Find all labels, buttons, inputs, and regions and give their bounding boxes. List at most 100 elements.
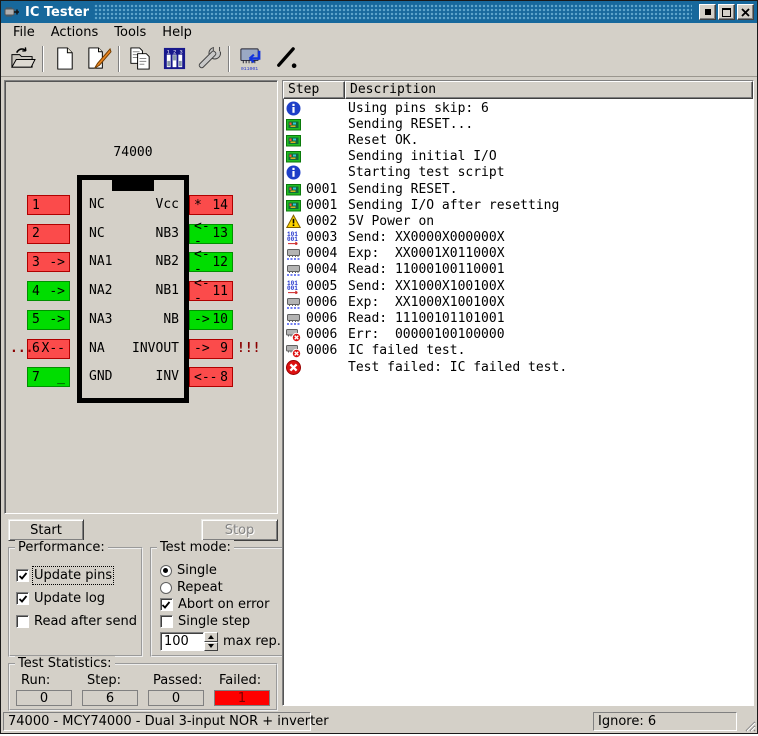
pin-direction-arrow: <-- <box>194 276 212 306</box>
repeat-radio[interactable] <box>160 582 172 594</box>
log-row[interactable]: Sending initial I/O <box>284 149 752 165</box>
maximize-button[interactable] <box>718 4 735 20</box>
pin-12-box[interactable]: <--12 <box>189 252 233 272</box>
log-step: 0006 <box>306 327 344 342</box>
log-header: Step Description <box>283 81 753 99</box>
pin-10-box[interactable]: ->10 <box>189 310 233 330</box>
pin-8-box[interactable]: <--8 <box>189 367 233 387</box>
single-step-checkbox[interactable] <box>160 615 173 628</box>
pin-9-box[interactable]: ->9 <box>189 339 233 359</box>
pin-4-signal-label: NA2 <box>89 281 112 301</box>
log-row[interactable]: 0004Read: 11000100110001 <box>284 262 752 278</box>
read-after-send-label[interactable]: Read after send <box>34 614 137 629</box>
log-step: 0004 <box>306 262 344 277</box>
log-row[interactable]: 1010010003Send: XX0000X000000X <box>284 230 752 246</box>
open-button[interactable] <box>5 44 39 74</box>
log-row[interactable]: Using pins skip: 6 <box>284 100 752 116</box>
menu-actions[interactable]: Actions <box>43 24 107 41</box>
log-row[interactable]: Sending RESET... <box>284 116 752 132</box>
log-row[interactable]: 0001Sending I/O after resetting <box>284 197 752 213</box>
passed--stat-label: Passed: <box>148 673 204 688</box>
log-row[interactable]: 0006Err: 00000100100000 <box>284 327 752 343</box>
close-button[interactable] <box>737 4 754 20</box>
log-description: Test failed: IC failed test. <box>348 360 567 375</box>
log-row[interactable]: 0006Read: 11100101101001 <box>284 310 752 326</box>
log-description: Send: XX1000X100100X <box>348 279 505 294</box>
settings-button[interactable] <box>191 44 225 74</box>
log-row[interactable]: 0006IC failed test. <box>284 343 752 359</box>
copy-button[interactable] <box>123 44 157 74</box>
pin-12-signal-label: NB2 <box>123 252 179 272</box>
ic-tester-window: IC Tester FileActionsToolsHelp 1 2 3 0110… <box>0 0 758 734</box>
single-radio[interactable] <box>160 565 172 577</box>
abort-on-error-row: Abort on error <box>160 597 281 612</box>
abort-on-error-label[interactable]: Abort on error <box>178 597 269 612</box>
pin-3-box[interactable]: 3-> <box>27 252 70 272</box>
svg-text:001: 001 <box>287 285 298 292</box>
pin-7-box[interactable]: 7_ <box>27 367 70 387</box>
repeat-label[interactable]: Repeat <box>177 580 223 595</box>
edit-button[interactable] <box>81 44 115 74</box>
update-pins-label[interactable]: Update pins <box>34 568 112 583</box>
minimize-button[interactable] <box>699 4 716 20</box>
log-row[interactable]: 0006Exp: XX1000X100100X <box>284 294 752 310</box>
menu-file[interactable]: File <box>5 24 43 41</box>
pin-2-box[interactable]: 2 <box>27 224 70 244</box>
log-description: Exp: XX1000X100100X <box>348 295 505 310</box>
start-button[interactable]: Start <box>8 519 84 541</box>
menu-help[interactable]: Help <box>154 24 200 41</box>
run-buttons-row: Start Stop <box>4 519 278 541</box>
pin-direction-arrow: -> <box>49 255 65 270</box>
svg-text:011001: 011001 <box>240 66 257 71</box>
title-bar: IC Tester <box>1 1 757 23</box>
chip-error-icon <box>286 343 301 358</box>
probe-button[interactable] <box>267 44 301 74</box>
pin-11-box[interactable]: <--11 <box>189 281 233 301</box>
log-description: Sending initial I/O <box>348 149 497 164</box>
column-header-description[interactable]: Description <box>345 81 753 99</box>
log-row[interactable]: 0001Sending RESET. <box>284 181 752 197</box>
max-rep-spinner <box>204 632 218 651</box>
spin-down-button[interactable] <box>204 642 218 652</box>
log-row[interactable]: 0004Exp: XX0001X011000X <box>284 246 752 262</box>
pin-14-box[interactable]: *14 <box>189 195 233 215</box>
max-rep-input[interactable] <box>160 632 204 651</box>
log-row[interactable]: 1010010005Send: XX1000X100100X <box>284 278 752 294</box>
new-button[interactable] <box>47 44 81 74</box>
pin-1-box[interactable]: 1 <box>27 195 70 215</box>
pin-setup-button[interactable]: 1 2 3 <box>157 44 191 74</box>
log-row[interactable]: Starting test script <box>284 165 752 181</box>
single-row: Single <box>160 563 281 578</box>
run-test-button[interactable]: 011001 <box>233 44 267 74</box>
update-log-label[interactable]: Update log <box>34 591 105 606</box>
single-label[interactable]: Single <box>177 563 217 578</box>
log-description: Using pins skip: 6 <box>348 101 489 116</box>
log-row[interactable]: Test failed: IC failed test. <box>284 359 752 375</box>
pin-13-box[interactable]: <--13 <box>189 224 233 244</box>
menu-tools[interactable]: Tools <box>106 24 154 41</box>
update-pins-row: Update pins <box>16 568 137 583</box>
log-step: 0004 <box>306 246 344 261</box>
column-header-step[interactable]: Step <box>283 81 345 99</box>
log-row[interactable]: Reset OK. <box>284 132 752 148</box>
update-pins-checkbox[interactable] <box>16 569 29 582</box>
pin-4-box[interactable]: 4-> <box>27 281 70 301</box>
resize-grip[interactable] <box>742 718 756 732</box>
read-after-send-checkbox[interactable] <box>16 615 29 628</box>
wrench-icon <box>195 46 222 71</box>
pin-direction-arrow: <-- <box>194 247 212 277</box>
stop-button: Stop <box>201 519 278 541</box>
pin-5-box[interactable]: 5 -> <box>27 310 70 330</box>
single-step-label[interactable]: Single step <box>178 614 250 629</box>
arrow-down-icon <box>208 644 214 648</box>
log-row[interactable]: 00025V Power on <box>284 213 752 229</box>
pin-2-signal-label: NC <box>89 224 105 244</box>
update-log-checkbox[interactable] <box>16 592 29 605</box>
pin-direction-arrow: -> <box>49 312 65 327</box>
radio-dot-icon <box>163 568 168 573</box>
abort-on-error-checkbox[interactable] <box>160 598 173 611</box>
pin-number: 5 <box>32 312 40 327</box>
repeat-row: Repeat <box>160 580 281 595</box>
spin-up-button[interactable] <box>204 632 218 642</box>
test-mode-legend: Test mode: <box>157 540 234 555</box>
